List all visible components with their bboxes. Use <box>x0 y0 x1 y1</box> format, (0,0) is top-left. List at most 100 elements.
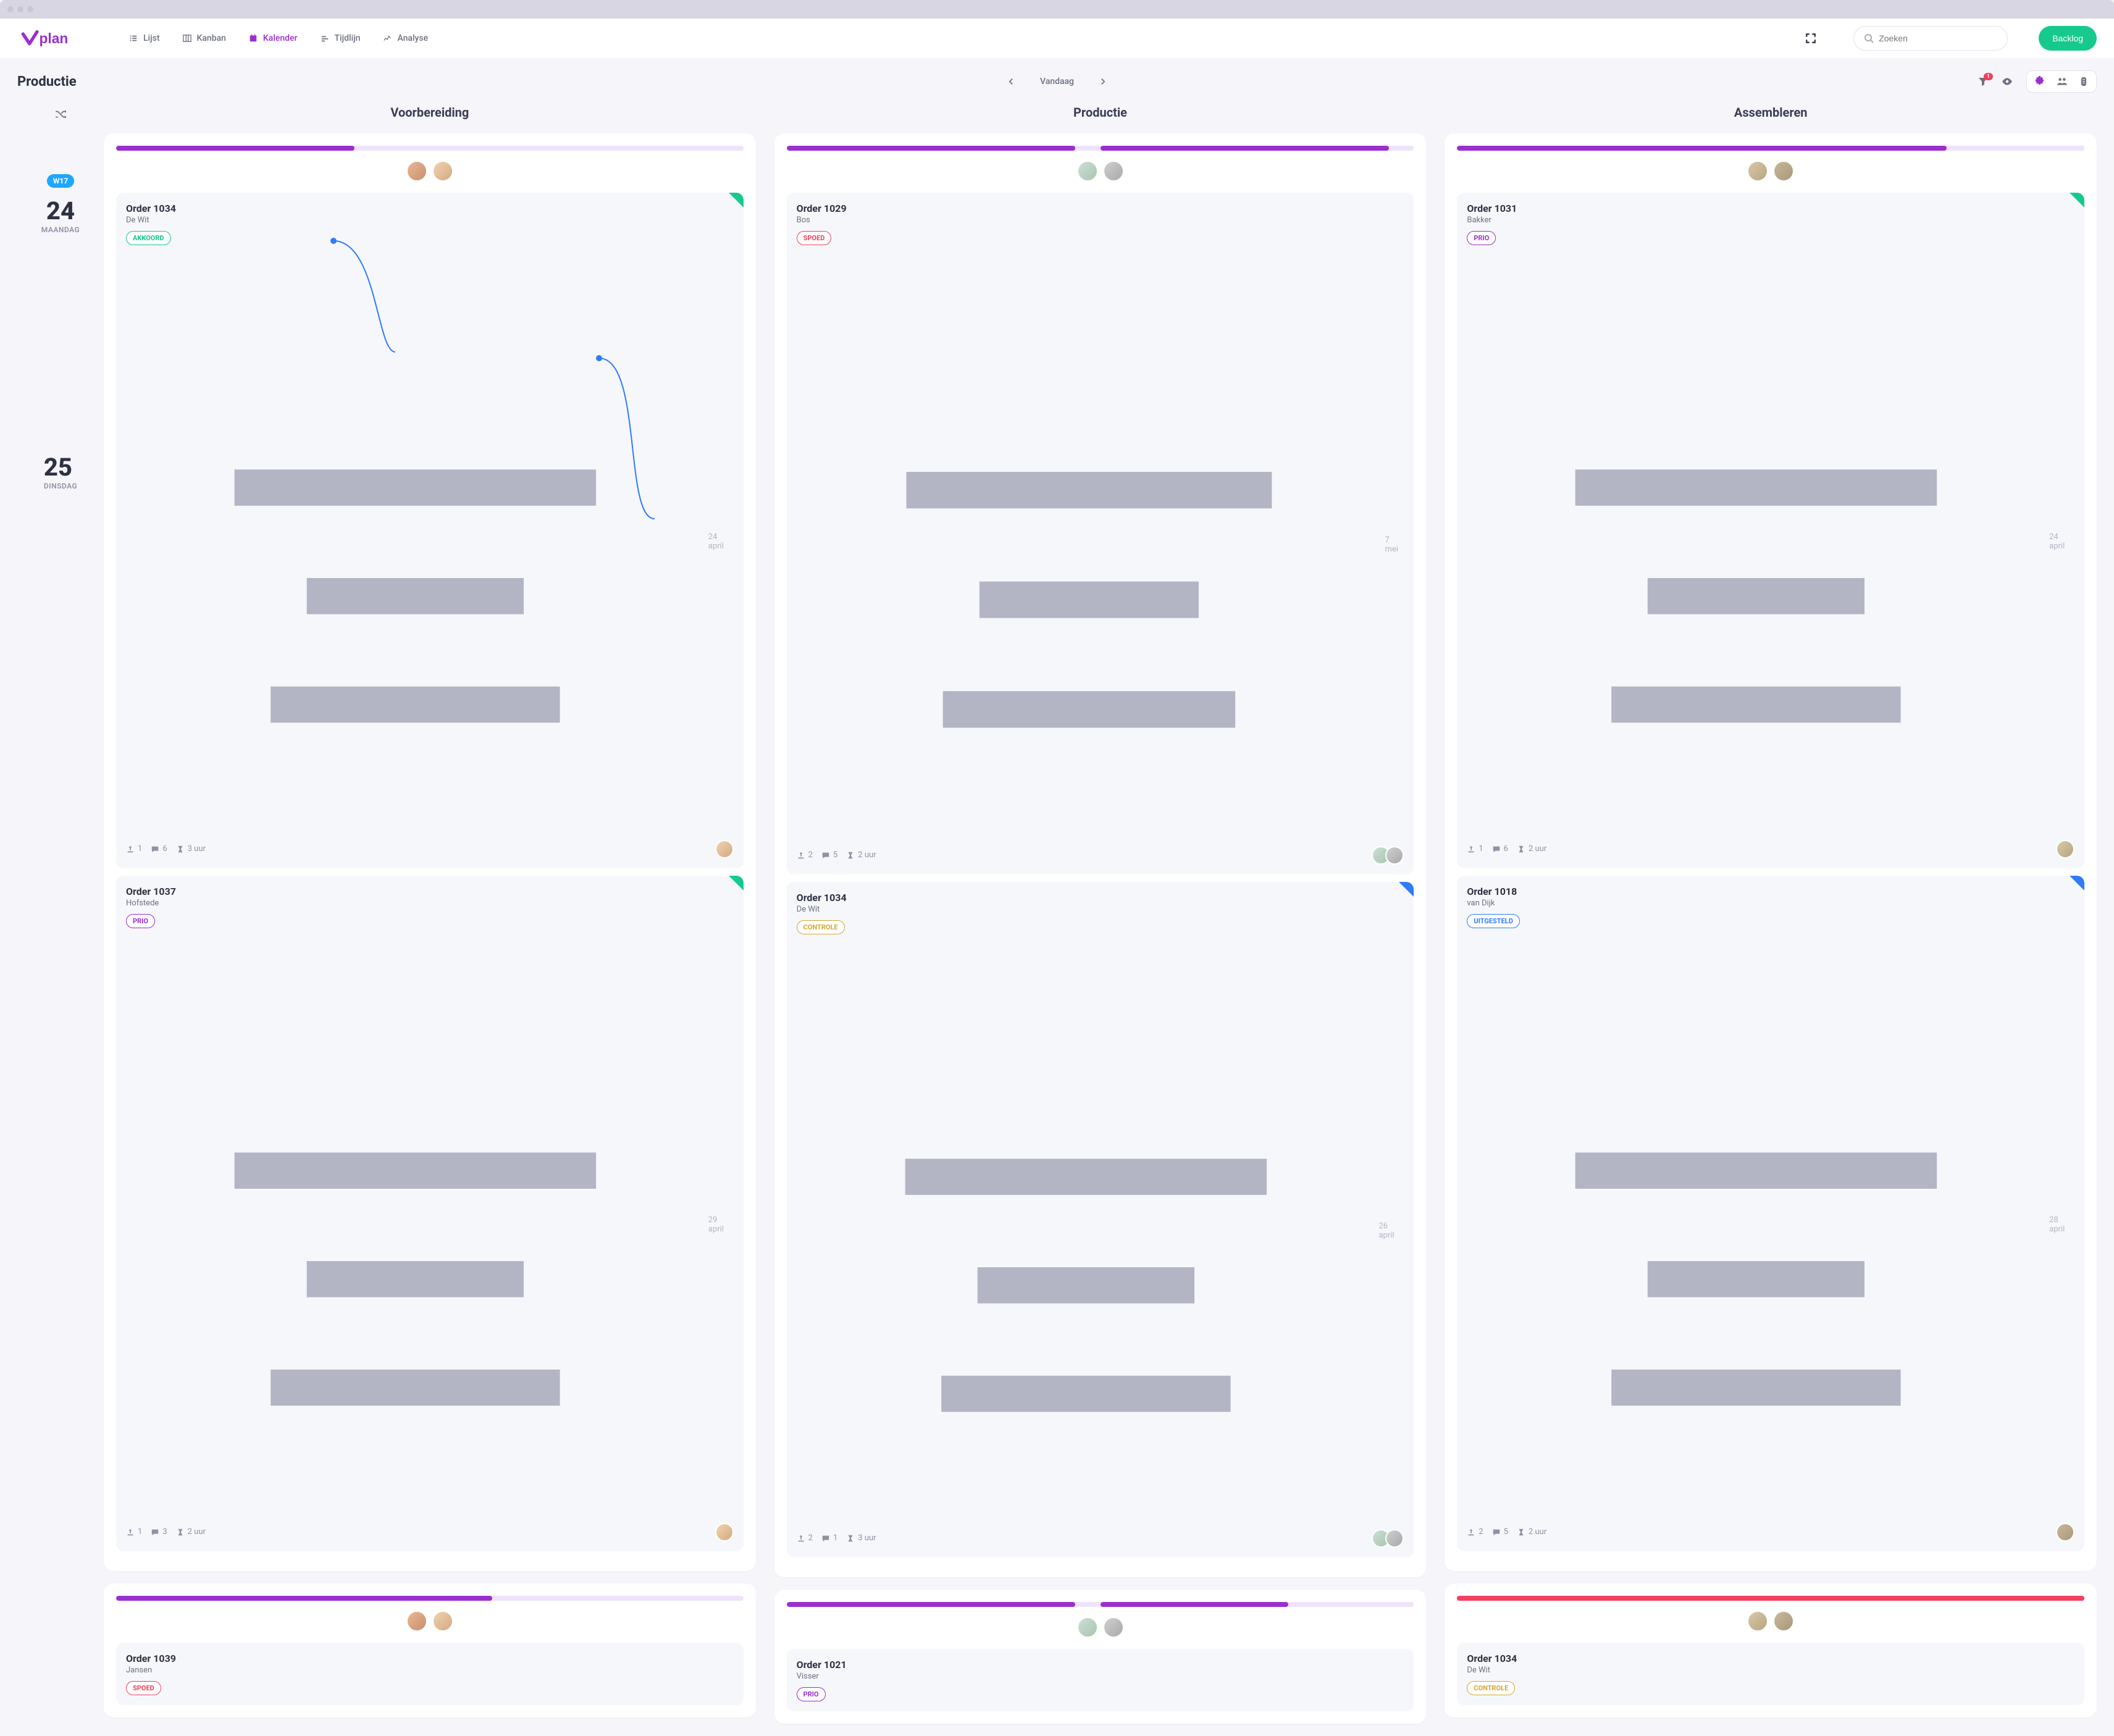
avatar[interactable] <box>1103 1617 1124 1638</box>
hours-stat: 2 uur <box>1517 844 1546 853</box>
card-subtitle: Bos <box>797 216 1404 225</box>
filter-button[interactable]: 1 <box>1978 77 1988 86</box>
avatar[interactable] <box>715 840 734 858</box>
avatar[interactable] <box>1773 161 1794 182</box>
hours-icon <box>176 1528 185 1537</box>
svg-text:plan: plan <box>40 30 69 46</box>
date-icon <box>126 253 705 831</box>
avatar[interactable] <box>2056 840 2074 858</box>
integrations-button[interactable] <box>2034 76 2045 87</box>
avatar[interactable] <box>1747 1611 1768 1632</box>
day-number: 25 <box>44 453 77 482</box>
tag-prio: PRIO <box>1467 231 1496 245</box>
shuffle-icon[interactable] <box>55 109 66 120</box>
card-subtitle: Jansen <box>126 1666 734 1675</box>
day-container: Order 1034 De Wit AKKOORD 24 april 1 6 3… <box>104 133 756 1571</box>
assignees <box>787 1617 1414 1638</box>
search-box[interactable] <box>1853 26 2008 51</box>
view-controls <box>2026 70 2097 93</box>
order-card[interactable]: Order 1034 De Wit CONTROLE <box>1457 1643 2084 1705</box>
tab-kalender[interactable]: Kalender <box>248 33 298 43</box>
avatar[interactable] <box>1773 1611 1794 1632</box>
avatar[interactable] <box>406 161 427 182</box>
eye-icon <box>2002 76 2013 87</box>
hours-icon <box>846 1534 855 1543</box>
avatar[interactable] <box>715 1523 734 1541</box>
avatar[interactable] <box>1077 161 1098 182</box>
order-card[interactable]: Order 1034 De Wit AKKOORD 24 april 1 6 3… <box>116 193 744 868</box>
order-card[interactable]: Order 1021 Visser PRIO <box>787 1649 1414 1711</box>
date-icon <box>797 942 1375 1520</box>
card-subtitle: De Wit <box>797 905 1404 914</box>
tag-controle: CONTROLE <box>797 920 845 934</box>
search-input[interactable] <box>1879 33 1997 43</box>
avatar[interactable] <box>2056 1523 2074 1541</box>
avatar[interactable] <box>1385 1529 1404 1548</box>
tab-label: Kalender <box>263 33 298 43</box>
tag-controle: CONTROLE <box>1467 1681 1515 1695</box>
progress-bar <box>116 1596 744 1601</box>
progress-bar <box>787 1602 1414 1607</box>
vplan-logo-icon: plan <box>17 30 91 47</box>
column-assembleren: Assembleren Order 1031 Bakker PRIO 2 <box>1445 105 2097 1736</box>
logo[interactable]: plan <box>17 30 91 47</box>
chrome-dot <box>27 6 33 12</box>
tab-label: Kanban <box>197 33 226 43</box>
card-footer: 1 3 2 uur <box>126 1523 734 1541</box>
column-productie: Productie Order 1029 Bos SPOED 7 mei <box>774 105 1427 1736</box>
fullscreen-icon[interactable] <box>1805 33 1816 44</box>
comments-stat: 5 <box>1492 1527 1508 1537</box>
comments-stat: 5 <box>821 850 837 860</box>
order-card[interactable]: Order 1034 De Wit CONTROLE 26 april 2 1 … <box>787 882 1414 1558</box>
people-icon <box>2057 76 2068 87</box>
comment-icon <box>151 845 159 853</box>
date-icon <box>126 936 705 1514</box>
tab-analyse[interactable]: Analyse <box>382 33 428 43</box>
team-button[interactable] <box>2057 76 2068 87</box>
backlog-button[interactable]: Backlog <box>2039 26 2097 51</box>
slider-icon <box>2079 76 2089 87</box>
settings-button[interactable] <box>2079 76 2089 87</box>
search-icon <box>1864 33 1874 43</box>
order-card[interactable]: Order 1031 Bakker PRIO 24 april 1 6 2 uu… <box>1457 193 2084 868</box>
attachments-stat: 1 <box>126 1527 142 1537</box>
order-card[interactable]: Order 1029 Bos SPOED 7 mei 2 5 2 uur <box>787 193 1414 874</box>
comment-icon <box>821 851 830 860</box>
avatar[interactable] <box>1077 1617 1098 1638</box>
filter-badge: 1 <box>1984 73 1993 80</box>
avatar[interactable] <box>406 1611 427 1632</box>
week-badge: W17 <box>47 174 74 188</box>
status-corner-icon <box>729 193 744 208</box>
tab-tijdlijn[interactable]: Tijdlijn <box>320 33 361 43</box>
nav-tabs: Lijst Kanban Kalender Tijdlijn Analyse <box>128 33 428 43</box>
visibility-button[interactable] <box>2002 76 2013 87</box>
chrome-dot <box>7 6 14 12</box>
card-date: 24 april <box>1467 253 2074 831</box>
avatar[interactable] <box>1103 161 1124 182</box>
order-card[interactable]: Order 1039 Jansen SPOED <box>116 1643 744 1705</box>
status-corner-icon <box>1399 882 1414 897</box>
progress-bar <box>787 146 1414 151</box>
tab-label: Tijdlijn <box>335 33 361 43</box>
prev-day-icon[interactable] <box>1007 77 1015 86</box>
tag-akkoord: AKKOORD <box>126 231 171 245</box>
avatar[interactable] <box>432 1611 453 1632</box>
card-subtitle: Bakker <box>1467 216 2074 225</box>
avatar[interactable] <box>1385 846 1404 865</box>
card-subtitle: Visser <box>797 1672 1404 1681</box>
avatar[interactable] <box>432 161 453 182</box>
comments-stat: 6 <box>151 844 167 853</box>
hours-stat: 2 uur <box>1517 1527 1546 1537</box>
card-title: Order 1021 <box>797 1659 1404 1671</box>
comment-icon <box>1492 845 1501 853</box>
order-card[interactable]: Order 1037 Hofstede PRIO 29 april 1 3 2 … <box>116 876 744 1551</box>
board: W17 24 MAANDAG 25 DINSDAG Voorbereiding <box>0 99 2114 1736</box>
order-card[interactable]: Order 1018 van Dijk UITGESTELD 28 april … <box>1457 876 2084 1551</box>
progress-bar <box>1457 146 2084 151</box>
card-footer: 2 1 3 uur <box>797 1529 1404 1548</box>
avatar[interactable] <box>1747 161 1768 182</box>
next-day-icon[interactable] <box>1099 77 1107 86</box>
tab-lijst[interactable]: Lijst <box>128 33 160 43</box>
today-label[interactable]: Vandaag <box>1040 77 1074 86</box>
tab-kanban[interactable]: Kanban <box>182 33 226 43</box>
